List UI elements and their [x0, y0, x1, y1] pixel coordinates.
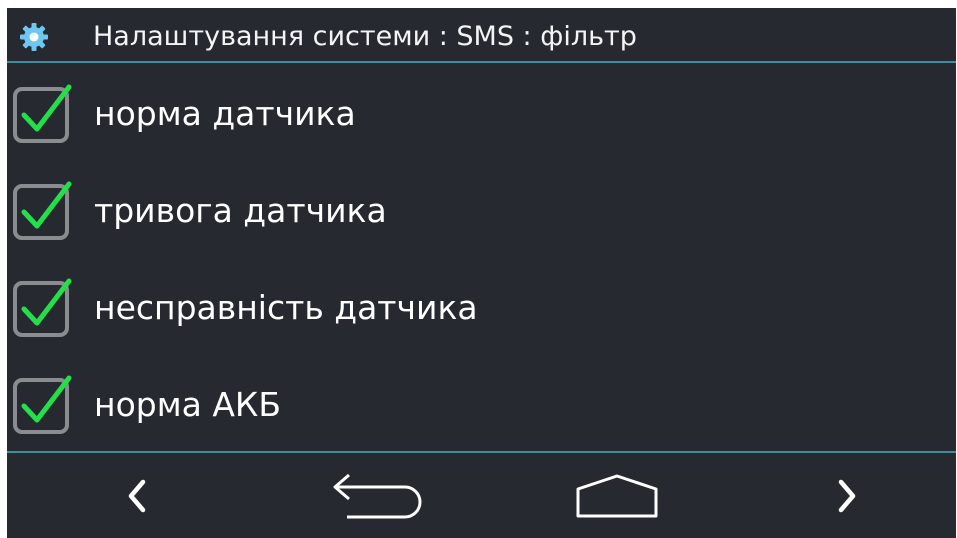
- home-button[interactable]: [562, 453, 672, 538]
- filter-item-label: норма АКБ: [94, 385, 281, 424]
- home-icon: [576, 474, 658, 517]
- filter-list: норма датчика тривога датчика несправніс…: [7, 65, 956, 453]
- filter-item-label: несправність датчика: [94, 288, 478, 327]
- filter-item-sensor-normal[interactable]: норма датчика: [7, 65, 956, 162]
- checkbox-checked-icon[interactable]: [12, 373, 74, 435]
- title-bar: Налаштування системи : SMS : фільтр: [7, 8, 956, 63]
- filter-item-sensor-fault[interactable]: несправність датчика: [7, 259, 956, 356]
- filter-item-battery-normal[interactable]: норма АКБ: [7, 356, 956, 453]
- checkbox-checked-icon[interactable]: [12, 82, 74, 144]
- checkbox-checked-icon[interactable]: [12, 276, 74, 338]
- back-button[interactable]: [322, 453, 432, 538]
- navigation-bar: [7, 451, 956, 538]
- filter-item-label: норма датчика: [94, 94, 356, 133]
- gear-icon: [20, 23, 48, 51]
- filter-item-sensor-alarm[interactable]: тривога датчика: [7, 162, 956, 259]
- back-arrow-icon: [333, 473, 422, 518]
- sms-filter-screen: Налаштування системи : SMS : фільтр норм…: [7, 8, 956, 538]
- filter-item-label: тривога датчика: [94, 191, 387, 230]
- next-page-button[interactable]: [807, 453, 887, 538]
- chevron-left-icon: [128, 479, 146, 512]
- chevron-right-icon: [838, 479, 856, 512]
- previous-page-button[interactable]: [97, 453, 177, 538]
- page-title: Налаштування системи : SMS : фільтр: [93, 21, 637, 52]
- checkbox-checked-icon[interactable]: [12, 179, 74, 241]
